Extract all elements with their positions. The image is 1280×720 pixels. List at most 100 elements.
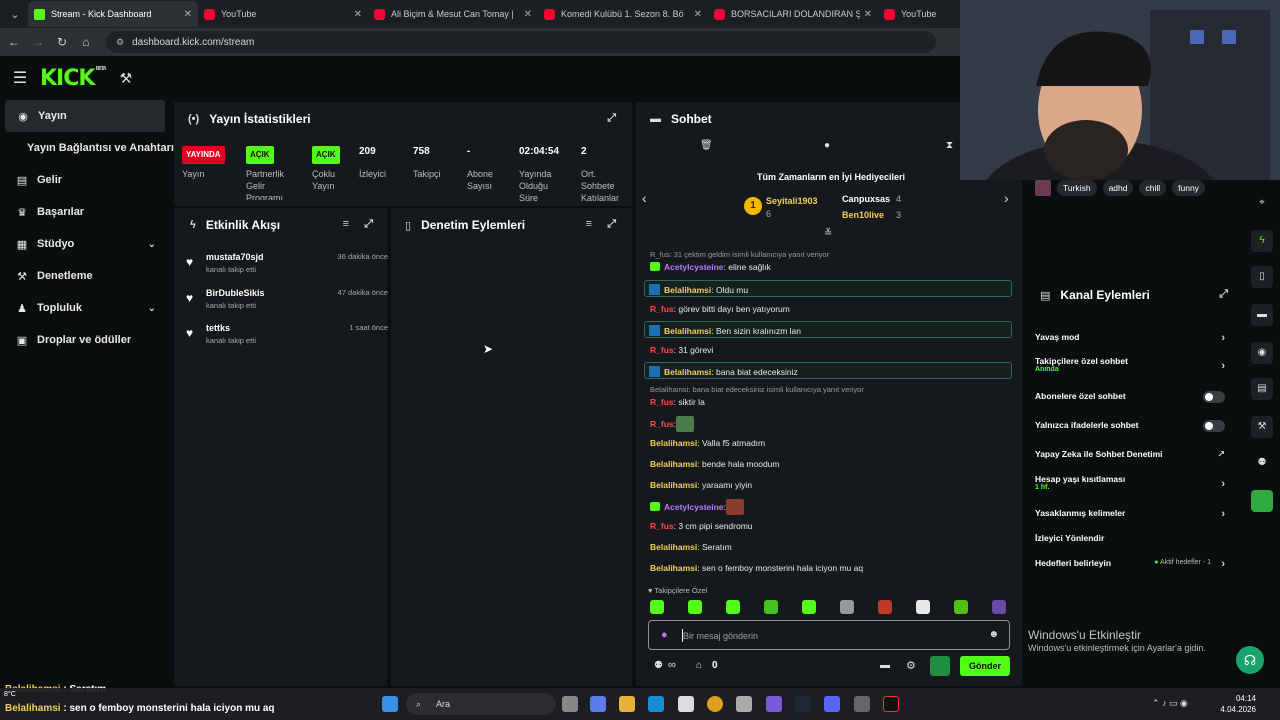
tag[interactable]: Turkish — [1057, 180, 1097, 196]
message-icon[interactable]: ● — [824, 140, 830, 151]
store-icon[interactable]: ⌂ — [696, 660, 702, 671]
edge-icon[interactable] — [648, 696, 664, 712]
users-icon[interactable]: ⚉ — [654, 660, 663, 671]
forward-icon[interactable]: → — [26, 35, 50, 49]
microphone-icon[interactable]: ● — [661, 629, 668, 641]
sidebar-item-community[interactable]: ♟ Topluluk ⌄ — [0, 292, 170, 324]
emote-icon[interactable] — [878, 600, 892, 614]
target-icon[interactable]: ⌖ — [1251, 192, 1273, 214]
chat-message[interactable]: Belalihamsi: sen o femboy monsterini hal… — [650, 563, 863, 573]
filter-icon[interactable]: ≡ — [586, 218, 592, 230]
chevron-left-icon[interactable]: ‹ — [642, 190, 647, 206]
close-icon[interactable]: ✕ — [354, 9, 362, 20]
browser-tab[interactable]: Komedi Kulübü 1. Sezon 8. Bö ✕ — [538, 1, 708, 27]
emote-icon[interactable] — [650, 600, 664, 614]
broadcast-icon[interactable]: ◉ — [1251, 342, 1273, 364]
close-icon[interactable]: ✕ — [694, 9, 702, 20]
wrench-icon[interactable]: ⚒ — [120, 70, 133, 87]
sidebar-item-stream[interactable]: ◉ Yayın — [5, 100, 165, 132]
subscribers-only-toggle[interactable] — [1203, 391, 1225, 403]
home-icon[interactable]: ⌂ — [74, 35, 98, 49]
chat-message[interactable]: Belalihamsi: Valla f5 atmadım — [650, 438, 765, 448]
settings-app-icon[interactable] — [736, 696, 752, 712]
discord-icon[interactable] — [824, 696, 840, 712]
app-icon[interactable] — [766, 696, 782, 712]
follower-name[interactable]: BirDubleSikis — [206, 288, 265, 298]
chat-message[interactable]: R_fus: 3 cm pipi sendromu — [650, 521, 753, 531]
taskbar-clock[interactable]: 04:14 4.04.2026 — [1220, 693, 1256, 715]
chrome-icon[interactable] — [707, 696, 723, 712]
sidebar-item-drops[interactable]: ▣ Droplar ve ödüller — [0, 324, 170, 356]
chat-message[interactable]: Belalihamsi: Ben sizin kralınızm lan — [644, 321, 1012, 338]
chevron-right-icon[interactable]: › — [1004, 190, 1009, 206]
chat-bubble-icon[interactable]: ▬ — [880, 660, 890, 671]
gifter-name[interactable]: Seyitali1903 — [766, 196, 818, 206]
weather-widget[interactable]: 8°C — [4, 691, 16, 698]
tag[interactable]: funny — [1172, 180, 1205, 196]
close-icon[interactable]: ✕ — [524, 9, 532, 20]
chat-message[interactable]: Belalihamsi: bende hala moodum — [650, 459, 779, 469]
menu-icon[interactable]: ☰ — [0, 68, 40, 88]
task-view-icon[interactable] — [562, 696, 578, 712]
emote-icon[interactable] — [802, 600, 816, 614]
tab-list-button[interactable]: ⌄ — [2, 3, 28, 25]
channel-actions-icon[interactable]: ▤ — [1251, 378, 1273, 400]
sidebar-item-revenue[interactable]: ▤ Gelir — [0, 164, 170, 196]
tiktok-icon[interactable] — [883, 696, 899, 712]
emote-icon[interactable] — [840, 600, 854, 614]
send-button[interactable]: Gönder — [960, 656, 1010, 676]
action-raid[interactable]: İzleyici Yönlendir — [1035, 533, 1225, 543]
sidebar-item-stream-key[interactable]: Yayın Bağlantısı ve Anahtarı — [0, 132, 174, 164]
hourglass-icon[interactable]: ⧗ — [946, 140, 953, 151]
emote-icon[interactable] — [726, 600, 740, 614]
action-followers-only[interactable]: Takipçilere özel sohbet Anında › — [1035, 356, 1225, 373]
emoji-icon[interactable]: ☻ — [988, 629, 999, 640]
gear-icon[interactable]: ⚙ — [906, 659, 916, 672]
sidebar-item-achievements[interactable]: ♛ Başarılar — [0, 196, 170, 228]
action-account-age[interactable]: Hesap yaşı kısıtlaması 1 hf. › — [1035, 474, 1225, 491]
lightning-icon[interactable]: ϟ — [1251, 230, 1273, 252]
site-info-icon[interactable]: ⚙ — [116, 37, 124, 48]
emote-icon[interactable] — [688, 600, 702, 614]
filter-icon[interactable]: ≡ — [343, 218, 349, 230]
chat-input-box[interactable]: ● ☻ — [648, 620, 1010, 650]
close-icon[interactable]: ✕ — [184, 9, 192, 20]
sidebar-item-studio[interactable]: ▦ Stüdyo ⌄ — [0, 228, 170, 260]
browser-tab[interactable]: Ali Biçim & Mesut Can Tomay | ✕ — [368, 1, 538, 27]
gifter-name[interactable]: Canpuxsas — [842, 194, 890, 204]
steam-icon[interactable] — [795, 696, 811, 712]
close-icon[interactable]: ✕ — [864, 9, 872, 20]
emotes-only-toggle[interactable] — [1203, 420, 1225, 432]
kick-bot-icon[interactable] — [930, 656, 950, 676]
support-headset-icon[interactable]: ☊ — [1236, 646, 1264, 674]
popout-icon[interactable]: ⤢ — [1219, 288, 1228, 301]
back-icon[interactable]: ← — [2, 35, 26, 49]
sidebar-item-moderation[interactable]: ⚒ Denetleme — [0, 260, 170, 292]
gifter-name[interactable]: Ben10live — [842, 210, 884, 220]
copilot-icon[interactable] — [590, 696, 606, 712]
popout-icon[interactable]: ⤢ — [607, 112, 616, 125]
windows-start-icon[interactable] — [382, 696, 398, 712]
chat-message[interactable]: Belalihamsi: yaraamı yiyin — [650, 480, 752, 490]
popout-icon[interactable]: ⤢ — [364, 218, 373, 231]
clipboard-icon[interactable]: ▯ — [1251, 266, 1273, 288]
kick-bot-icon[interactable] — [1251, 490, 1273, 512]
reload-icon[interactable]: ↻ — [50, 35, 74, 49]
action-slow-mode[interactable]: Yavaş mod › — [1035, 332, 1225, 344]
chat-message[interactable]: Belalihamsi: Seratım — [650, 542, 732, 552]
chat-message[interactable]: R_fus: siktir la — [650, 397, 705, 407]
chat-message-input[interactable] — [683, 627, 973, 645]
browser-tab[interactable]: YouTube ✕ — [198, 1, 368, 27]
follower-name[interactable]: mustafa70sjd — [206, 252, 264, 262]
taskbar-search[interactable]: ⌕ Ara — [406, 693, 556, 715]
emote-icon[interactable] — [764, 600, 778, 614]
follower-name[interactable]: tettks — [206, 323, 230, 333]
action-banned-words[interactable]: Yasaklanmış kelimeler › — [1035, 508, 1225, 520]
action-goals[interactable]: Hedefleri belirleyin ● Aktif hedefler - … — [1035, 558, 1225, 570]
chat-message[interactable]: R_fus: görev bitti dayı ben yatıyorum — [650, 304, 790, 314]
store-icon[interactable] — [678, 696, 694, 712]
chat-message[interactable]: R_fus: 31 görevi — [650, 345, 713, 355]
category-thumbnail[interactable] — [1035, 180, 1051, 196]
browser-tab[interactable]: Stream - Kick Dashboard ✕ — [28, 1, 198, 27]
trash-icon[interactable]: 🗑 — [700, 140, 713, 151]
